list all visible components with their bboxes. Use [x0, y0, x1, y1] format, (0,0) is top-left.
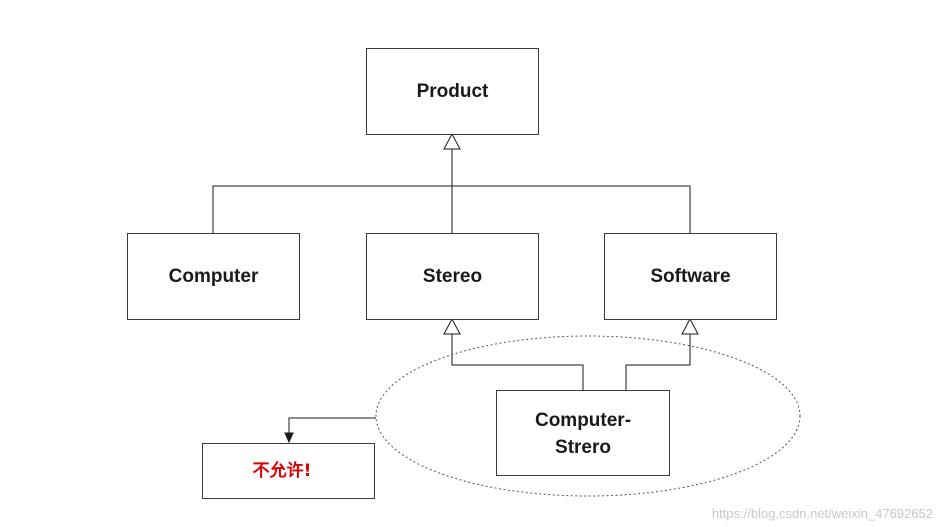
node-computer: Computer — [127, 233, 300, 320]
edge-to-not-allowed — [284, 417, 376, 444]
node-not-allowed: 不允许! — [202, 443, 375, 499]
class-hierarchy-diagram: Product Computer Stereo Software Compute… — [127, 48, 801, 499]
node-computer-label: Computer — [169, 266, 259, 287]
node-software-label: Software — [650, 266, 730, 287]
edge-ellipse-to-not-allowed — [288, 417, 376, 433]
generalization-edges-from-computer-stereo — [443, 317, 699, 390]
node-product-label: Product — [417, 81, 489, 102]
edge-computer-to-product — [212, 185, 452, 233]
node-computer-stereo: Computer- Strero — [496, 390, 670, 476]
inheritance-arrowhead-stereo — [443, 317, 461, 335]
inheritance-arrowhead-product — [443, 132, 461, 150]
node-computer-stereo-label-line2: Strero — [555, 437, 611, 458]
node-computer-stereo-box — [496, 390, 670, 476]
arrowhead-not-allowed — [284, 432, 294, 444]
edge-computer-stereo-to-stereo — [451, 334, 584, 390]
generalization-edges-to-product — [212, 132, 691, 233]
node-stereo-label: Stereo — [423, 266, 482, 287]
node-not-allowed-label: 不允许! — [253, 460, 312, 481]
watermark-text: https://blog.csdn.net/weixin_47692652 — [711, 506, 933, 521]
node-product: Product — [366, 48, 539, 135]
edge-software-to-product — [452, 185, 691, 233]
edge-computer-stereo-to-software — [625, 334, 691, 390]
node-computer-stereo-label-line1: Computer- — [535, 410, 631, 431]
inheritance-arrowhead-software — [681, 317, 699, 335]
node-stereo: Stereo — [366, 233, 539, 320]
node-software: Software — [604, 233, 777, 320]
